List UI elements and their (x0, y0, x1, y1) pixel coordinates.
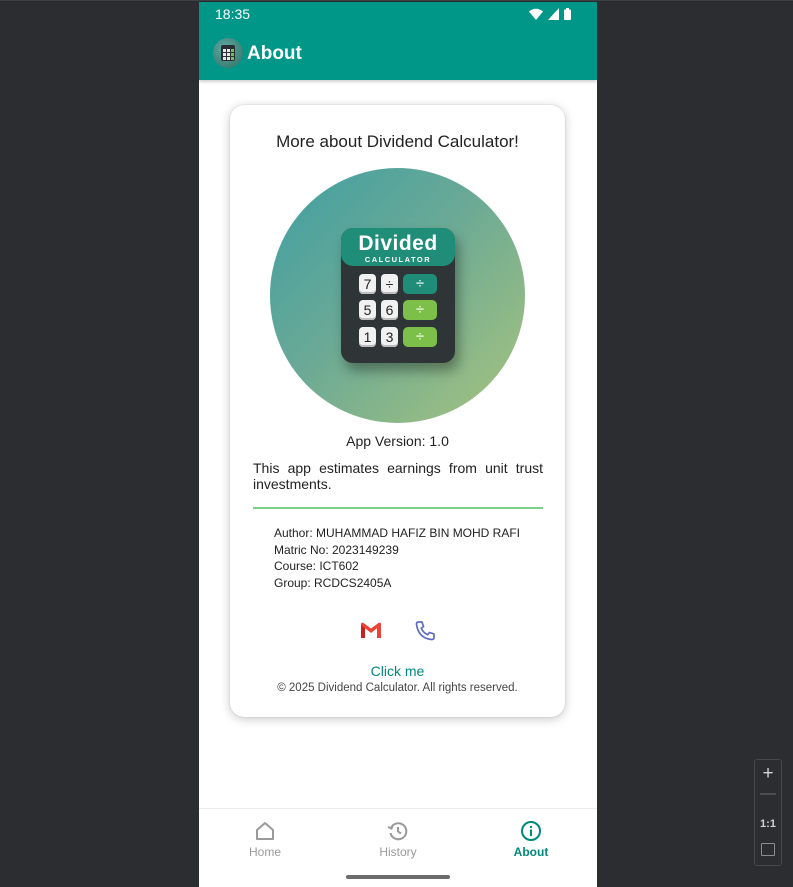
logo-title: Divided (358, 232, 438, 255)
wifi-icon (529, 8, 543, 20)
gesture-home-bar[interactable] (346, 875, 450, 879)
nav-label: About (513, 845, 549, 859)
nav-about[interactable]: About (465, 809, 597, 869)
logo-key: 1 (359, 327, 376, 347)
logo-key: ÷ (381, 274, 398, 294)
nav-label: Home (248, 845, 281, 859)
phone-screen: 18:35 About More about Dividend Calculat… (199, 2, 597, 887)
actual-size-button[interactable]: 1:1 (755, 818, 781, 830)
copyright-text: © 2025 Dividend Calculator. All rights r… (277, 682, 518, 694)
app-description: This app estimates earnings from unit tr… (253, 460, 543, 492)
course: Course: ICT602 (274, 559, 359, 573)
card-title: More about Dividend Calculator! (276, 132, 519, 151)
status-time: 18:35 (215, 6, 251, 22)
phone-icon[interactable] (412, 618, 438, 644)
click-me-link[interactable]: Click me (230, 663, 565, 679)
history-icon (387, 822, 408, 841)
zoom-out-button[interactable]: — (755, 785, 781, 803)
logo-key-operator: ÷ (403, 300, 437, 320)
zoom-in-button[interactable]: + (755, 763, 781, 785)
logo-key: 5 (359, 300, 376, 320)
app-logo: Divided CALCULATOR 7 ÷ ÷ 5 6 ÷ 1 3 ÷ (270, 168, 525, 423)
info-icon (521, 821, 541, 841)
logo-banner: Divided CALCULATOR (341, 228, 455, 266)
author-name: Author: MUHAMMAD HAFIZ BIN MOHD RAFI (274, 526, 521, 540)
app-version: App Version: 1.0 (346, 433, 449, 449)
gmail-icon[interactable] (358, 618, 384, 644)
about-card: More about Dividend Calculator! Divided … (230, 105, 565, 717)
logo-subtitle: CALCULATOR (364, 255, 432, 264)
nav-home[interactable]: Home (199, 809, 331, 869)
signal-icon (548, 8, 559, 20)
app-logo-icon (213, 38, 243, 68)
home-icon (256, 822, 274, 840)
nav-label: History (379, 845, 417, 859)
divider (253, 507, 543, 509)
logo-key-operator: ÷ (403, 327, 437, 347)
status-icons (529, 7, 571, 21)
page-title: About (247, 43, 302, 64)
nav-history[interactable]: History (332, 809, 464, 869)
battery-icon (564, 8, 571, 20)
logo-key: 6 (381, 300, 398, 320)
logo-key: 3 (381, 327, 398, 347)
group: Group: RCDCS2405A (274, 575, 392, 590)
status-bar: 18:35 (199, 2, 597, 26)
window-top-border (0, 0, 793, 1)
author-info: Author: MUHAMMAD HAFIZ BIN MOHD RAFI Mat… (274, 525, 544, 591)
zoom-controls: + — 1:1 (754, 759, 782, 866)
logo-key-operator: ÷ (403, 274, 437, 294)
bottom-navigation: Home History About (199, 808, 597, 887)
app-bar: About (199, 26, 597, 80)
logo-key: 7 (359, 274, 376, 294)
matric-number: Matric No: 2023149239 (274, 542, 399, 557)
calculator-icon: Divided CALCULATOR 7 ÷ ÷ 5 6 ÷ 1 3 ÷ (341, 228, 455, 363)
fit-screen-icon[interactable] (761, 843, 775, 856)
